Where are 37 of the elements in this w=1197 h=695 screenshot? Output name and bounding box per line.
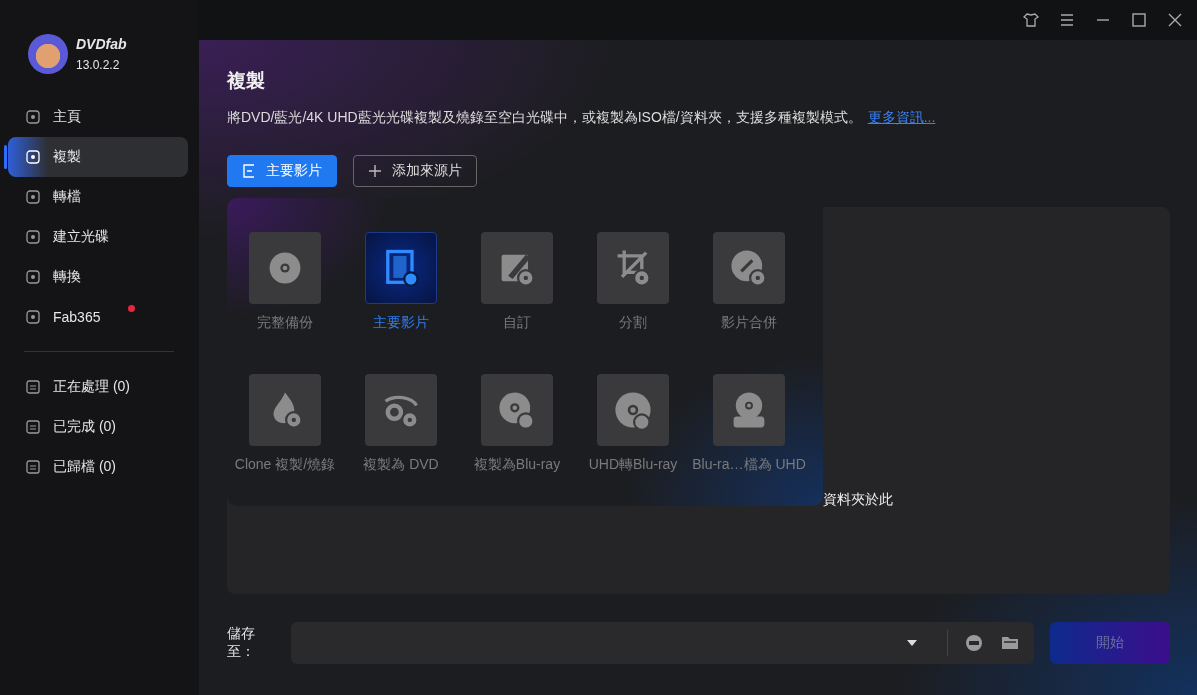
mode-option[interactable]: 分割 xyxy=(575,232,691,374)
shirt-icon[interactable] xyxy=(1023,12,1039,28)
close-icon[interactable] xyxy=(1167,12,1183,28)
mode-option[interactable]: Blu-ra…檔為 UHD xyxy=(691,374,807,516)
mode-option[interactable]: 完整備份 xyxy=(227,232,343,374)
page-title: 複製 xyxy=(227,69,266,93)
sidebar-item[interactable]: 已完成 (0) xyxy=(8,407,188,447)
page-description: 將DVD/藍光/4K UHD藍光光碟複製及燒錄至空白光碟中，或複製為ISO檔/資料夾，支援多種複製模式。 更多資訊... xyxy=(227,109,937,127)
more-info-link[interactable]: 更多資訊... xyxy=(867,109,936,125)
sidebar-item[interactable]: 轉換 xyxy=(8,257,188,297)
sidebar-item[interactable]: 正在處理 (0) xyxy=(8,367,188,407)
caret-icon[interactable] xyxy=(907,640,917,646)
mode-option[interactable]: Clone 複製/燒錄 xyxy=(227,374,343,516)
list-icon xyxy=(25,379,41,395)
mode-option[interactable]: 影片合併 xyxy=(691,232,807,374)
app-name: DVDfab xyxy=(76,36,127,52)
mode-option[interactable]: 主要影片 xyxy=(343,232,459,374)
drop-hint: 資料夾於此 xyxy=(823,491,893,509)
iso-icon[interactable] xyxy=(964,633,984,653)
sidebar-item[interactable]: Fab365 xyxy=(8,297,188,337)
add-source-button[interactable]: 添加來源片 xyxy=(353,155,477,187)
sidebar-item[interactable]: 已歸檔 (0) xyxy=(8,447,188,487)
app-logo-icon xyxy=(28,34,68,74)
main-movie-button[interactable]: 主要影片 xyxy=(227,155,337,187)
sidebar-item[interactable]: 轉檔 xyxy=(8,177,188,217)
sidebar-item[interactable]: 主頁 xyxy=(8,97,188,137)
app-version: 13.0.2.2 xyxy=(76,58,121,72)
mode-option[interactable]: 自訂 xyxy=(459,232,575,374)
save-to-label: 儲存至： xyxy=(227,625,256,661)
mode-option[interactable]: 複製為 DVD xyxy=(343,374,459,516)
mode-option[interactable]: 複製為Blu-ray xyxy=(459,374,575,516)
menu-icon[interactable] xyxy=(1059,12,1075,28)
plus-icon xyxy=(368,164,382,178)
sidebar-item[interactable]: 建立光碟 xyxy=(8,217,188,257)
mode-option[interactable]: UHD轉Blu-ray xyxy=(575,374,691,516)
exit-icon xyxy=(242,164,256,178)
maximize-icon[interactable] xyxy=(1131,12,1147,28)
